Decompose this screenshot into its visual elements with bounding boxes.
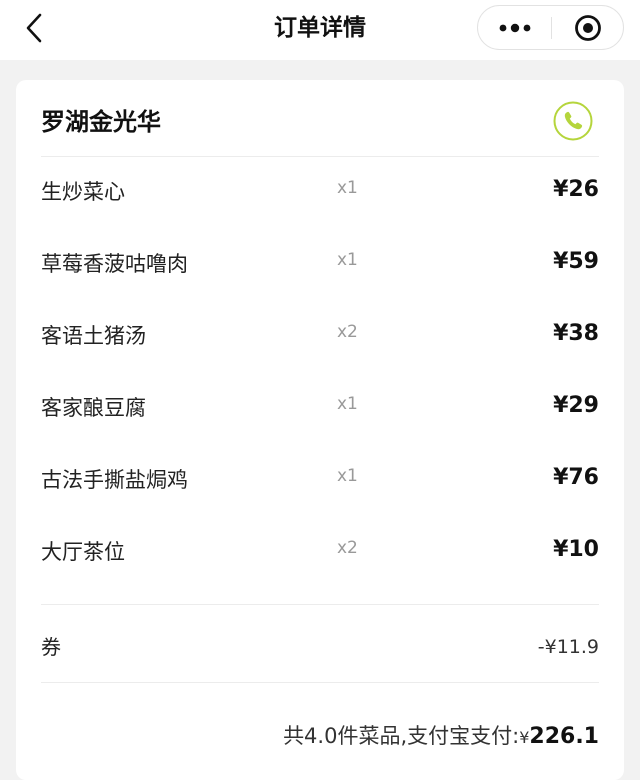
list-item: 生炒菜心 x1 ¥26 bbox=[41, 172, 599, 212]
list-item: 草莓香菠咕噜肉 x1 ¥59 bbox=[41, 244, 599, 284]
item-name: 古法手撕盐焗鸡 bbox=[41, 468, 188, 492]
item-quantity: x2 bbox=[337, 322, 358, 342]
phone-icon bbox=[553, 101, 593, 141]
mini-program-capsule bbox=[477, 5, 624, 50]
divider bbox=[41, 682, 599, 683]
list-item: 大厅茶位 x2 ¥10 bbox=[41, 532, 599, 572]
target-circle-icon bbox=[575, 14, 601, 41]
item-name: 生炒菜心 bbox=[41, 180, 125, 204]
item-quantity: x1 bbox=[337, 394, 358, 414]
store-name: 罗湖金光华 bbox=[41, 108, 161, 136]
call-store-button[interactable] bbox=[553, 101, 593, 141]
item-quantity: x1 bbox=[337, 466, 358, 486]
item-quantity: x1 bbox=[337, 178, 358, 198]
item-name: 大厅茶位 bbox=[41, 540, 125, 564]
item-name: 客家酿豆腐 bbox=[41, 396, 146, 420]
more-dots-icon bbox=[499, 23, 530, 32]
item-quantity: x2 bbox=[337, 538, 358, 558]
list-item: 客家酿豆腐 x1 ¥29 bbox=[41, 388, 599, 428]
coupon-label: 券 bbox=[41, 635, 61, 659]
item-price: ¥26 bbox=[553, 177, 599, 202]
payment-summary: 共4.0件菜品,支付宝支付:¥226.1 bbox=[283, 720, 599, 754]
item-quantity: x1 bbox=[337, 250, 358, 270]
item-price: ¥29 bbox=[553, 393, 599, 418]
summary-text: 共4.0件菜品,支付宝支付: bbox=[283, 724, 520, 748]
divider bbox=[41, 604, 599, 605]
summary-currency: ¥ bbox=[519, 728, 530, 747]
item-price: ¥59 bbox=[553, 249, 599, 274]
divider bbox=[41, 156, 599, 157]
list-item: 古法手撕盐焗鸡 x1 ¥76 bbox=[41, 460, 599, 500]
total-amount: 226.1 bbox=[529, 724, 599, 749]
item-price: ¥38 bbox=[553, 321, 599, 346]
coupon-discount: -¥11.9 bbox=[537, 636, 599, 658]
item-price: ¥10 bbox=[553, 537, 599, 562]
item-name: 客语土猪汤 bbox=[41, 324, 146, 348]
more-button[interactable] bbox=[478, 6, 551, 49]
list-item: 客语土猪汤 x2 ¥38 bbox=[41, 316, 599, 356]
order-card: 罗湖金光华 生炒菜心 x1 ¥26 草莓香菠咕噜肉 x1 ¥59 客语土猪汤 x… bbox=[16, 80, 624, 780]
item-name: 草莓香菠咕噜肉 bbox=[41, 252, 188, 276]
nav-bar: 订单详情 bbox=[0, 0, 640, 60]
item-price: ¥76 bbox=[553, 465, 599, 490]
close-button[interactable] bbox=[552, 6, 624, 49]
